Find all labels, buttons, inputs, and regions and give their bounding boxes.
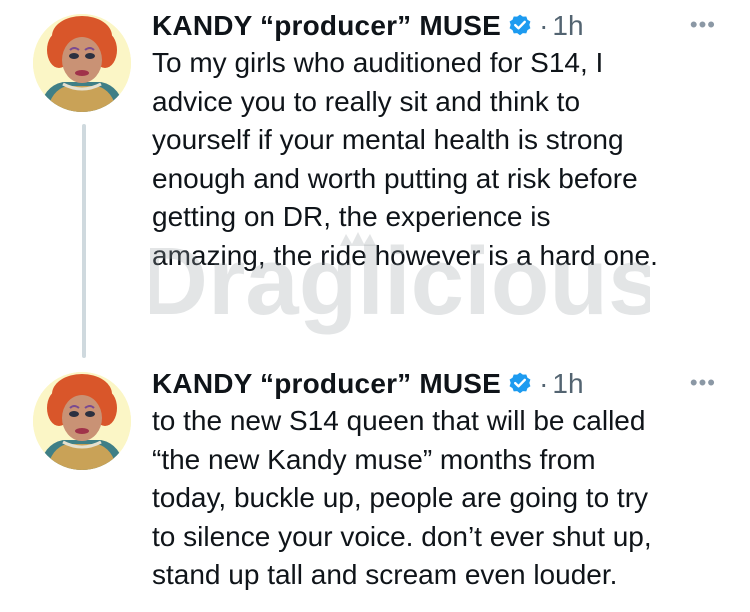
timestamp[interactable]: 1h bbox=[552, 368, 583, 400]
verified-badge-icon bbox=[507, 13, 533, 39]
more-options-icon[interactable]: ••• bbox=[690, 370, 716, 396]
verified-badge-icon bbox=[507, 371, 533, 397]
tweet[interactable]: KANDY “producer” MUSE · 1h ••• to the ne… bbox=[0, 358, 750, 612]
tweet-text: To my girls who auditioned for S14, I ad… bbox=[152, 47, 658, 271]
tweet-text: to the new S14 queen that will be called… bbox=[152, 405, 652, 590]
display-name[interactable]: KANDY “producer” MUSE bbox=[152, 368, 501, 400]
separator-dot: · bbox=[539, 368, 549, 399]
tweet[interactable]: KANDY “producer” MUSE · 1h ••• To my gir… bbox=[0, 0, 750, 300]
avatar[interactable] bbox=[33, 14, 131, 112]
avatar[interactable] bbox=[33, 372, 131, 470]
tweet-header: KANDY “producer” MUSE · 1h bbox=[152, 6, 584, 46]
avatar-portrait-icon bbox=[33, 372, 131, 470]
timestamp[interactable]: 1h bbox=[552, 10, 583, 42]
tweet-header: KANDY “producer” MUSE · 1h bbox=[152, 364, 584, 404]
display-name[interactable]: KANDY “producer” MUSE bbox=[152, 10, 501, 42]
avatar-portrait-icon bbox=[33, 14, 131, 112]
more-options-icon[interactable]: ••• bbox=[690, 12, 716, 38]
separator-dot: · bbox=[539, 10, 549, 41]
